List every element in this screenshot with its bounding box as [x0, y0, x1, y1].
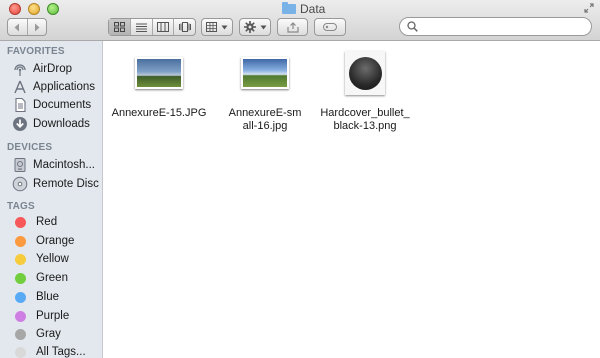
chevron-right-icon [34, 23, 40, 31]
list-view-button[interactable] [131, 19, 153, 35]
sidebar-tag-green[interactable]: Green [0, 269, 102, 287]
finder-window: Data FAVORITES AirDrop Applications Docu… [0, 0, 600, 358]
gear-icon [243, 21, 256, 33]
file-thumbnail [239, 51, 291, 95]
folder-icon [282, 2, 296, 14]
tag-color-dot [15, 272, 26, 284]
share-button[interactable] [277, 18, 308, 36]
column-view-icon [156, 22, 169, 32]
sidebar-section-tags: TAGS [7, 201, 35, 212]
sidebar-item-remote-disc[interactable]: Remote Disc [0, 175, 102, 193]
file-item[interactable]: Hardcover_bullet_black-13.png [310, 51, 420, 133]
action-button[interactable] [239, 18, 271, 36]
window-title: Data [282, 2, 325, 16]
sidebar-tag-red[interactable]: Red [0, 213, 102, 231]
sidebar-section-devices: DEVICES [7, 142, 53, 153]
tag-color-dot [15, 328, 26, 340]
sidebar-tag-label: Orange [36, 235, 75, 247]
chevron-down-icon [260, 25, 266, 29]
sidebar-tag-gray[interactable]: Gray [0, 325, 102, 343]
tag-color-dot [15, 291, 26, 303]
chevron-left-icon [14, 23, 20, 31]
column-view-button[interactable] [153, 19, 175, 35]
sidebar-item-downloads[interactable]: Downloads [0, 115, 102, 133]
sidebar-item-label: Documents [33, 99, 92, 111]
file-name: AnnexureE-small-16.jpg [228, 107, 302, 132]
cover-flow-icon [178, 22, 191, 32]
file-thumbnail [339, 51, 391, 95]
sidebar-tag-purple[interactable]: Purple [0, 307, 102, 325]
sidebar-item-airdrop[interactable]: AirDrop [0, 60, 102, 78]
search-field[interactable] [399, 17, 592, 36]
file-thumbnail [133, 51, 185, 95]
sidebar-item-label: Downloads [33, 118, 90, 130]
sidebar-section-favorites: FAVORITES [7, 46, 65, 57]
sidebar-tag-all-tags[interactable]: All Tags... [0, 343, 102, 358]
sidebar-tag-label: Gray [36, 328, 61, 340]
file-item[interactable]: AnnexureE-15.JPG [104, 51, 214, 120]
photo-thumbnail-icon [135, 57, 183, 89]
icon-view-button[interactable] [109, 19, 131, 35]
tag-icon [323, 23, 337, 31]
sidebar: FAVORITES AirDrop Applications Documents… [0, 41, 103, 358]
tag-color-dot [15, 235, 26, 247]
photo-thumbnail-icon [241, 57, 289, 89]
sidebar-tag-label: Yellow [36, 253, 69, 265]
view-mode-control [108, 18, 196, 36]
back-button[interactable] [8, 19, 28, 35]
list-view-icon [135, 23, 147, 32]
search-icon [406, 20, 420, 34]
file-item[interactable]: AnnexureE-small-16.jpg [210, 51, 320, 133]
file-name: Hardcover_bullet_black-13.png [320, 107, 410, 132]
sidebar-item-applications[interactable]: Applications [0, 78, 102, 96]
sidebar-item-label: Macintosh... [33, 159, 95, 171]
sidebar-item-documents[interactable]: Documents [0, 96, 102, 114]
tag-color-dot [15, 310, 26, 322]
fullscreen-icon[interactable] [584, 3, 594, 13]
file-name: AnnexureE-15.JPG [111, 107, 207, 119]
sidebar-tag-label: Green [36, 272, 68, 284]
sidebar-tag-label: Red [36, 216, 58, 228]
back-forward-control [7, 18, 47, 36]
sidebar-item-label: Applications [33, 81, 96, 93]
hard-drive-icon [12, 157, 28, 173]
chevron-down-icon [221, 25, 228, 29]
sidebar-item-label: AirDrop [33, 63, 72, 75]
sidebar-tag-orange[interactable]: Orange [0, 232, 102, 250]
window-title-label: Data [300, 2, 326, 16]
cover-flow-button[interactable] [174, 19, 195, 35]
tags-button[interactable] [314, 18, 346, 36]
arrange-button[interactable] [201, 18, 233, 36]
sidebar-tag-label: All Tags... [36, 346, 86, 358]
icon-view-icon [113, 22, 125, 32]
forward-button[interactable] [28, 19, 47, 35]
sidebar-item-macintosh-hd[interactable]: Macintosh... [0, 156, 102, 174]
image-document-icon [345, 51, 385, 95]
arrange-grid-icon [206, 22, 217, 32]
share-icon [286, 21, 299, 33]
airdrop-icon [12, 61, 28, 77]
zoom-window-button[interactable] [47, 3, 59, 15]
minimize-window-button[interactable] [28, 3, 40, 15]
tag-color-dot [15, 216, 26, 228]
titlebar: Data [0, 0, 600, 41]
tag-color-dot [15, 253, 26, 265]
documents-icon [12, 97, 28, 113]
downloads-icon [12, 116, 28, 132]
search-input[interactable] [421, 18, 591, 35]
applications-icon [12, 79, 28, 95]
tag-color-dot [15, 346, 26, 358]
sidebar-tag-label: Purple [36, 310, 70, 322]
file-browser: AnnexureE-15.JPG AnnexureE-small-16.jpg … [104, 41, 600, 358]
sidebar-tag-yellow[interactable]: Yellow [0, 250, 102, 268]
sidebar-item-label: Remote Disc [33, 178, 99, 190]
remote-disc-icon [12, 176, 28, 192]
sidebar-tag-label: Blue [36, 291, 60, 303]
sidebar-tag-blue[interactable]: Blue [0, 288, 102, 306]
close-window-button[interactable] [9, 3, 21, 15]
